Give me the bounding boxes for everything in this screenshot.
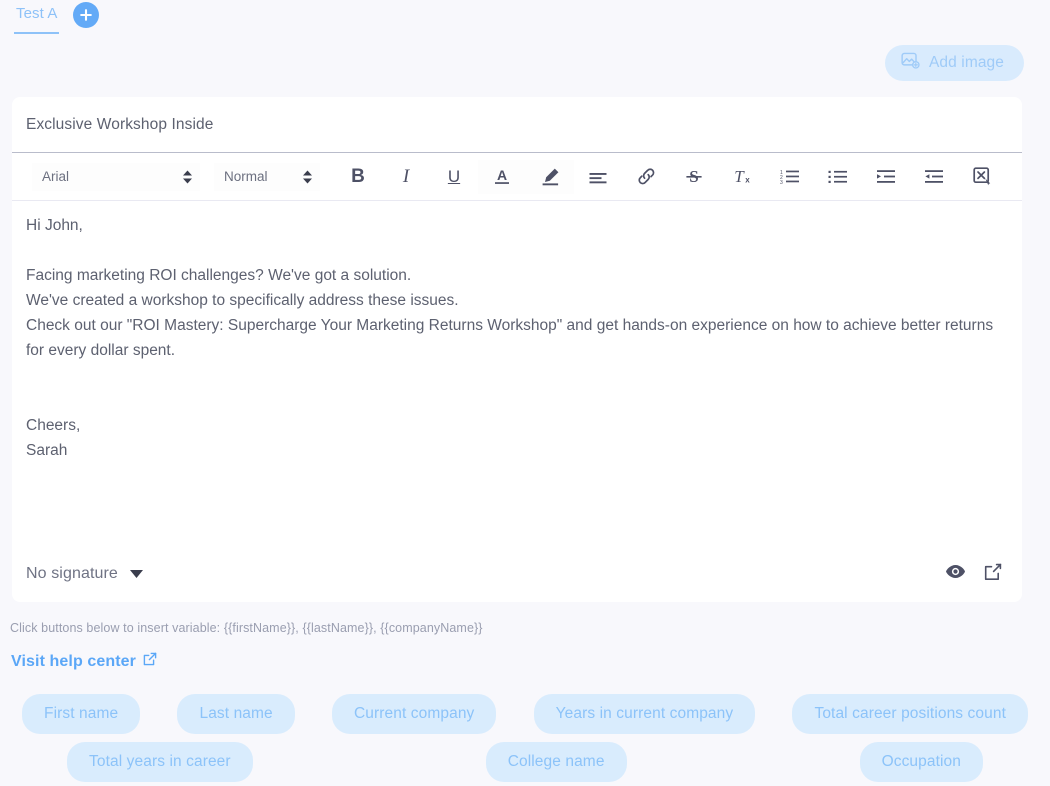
font-family-value: Arial [42, 169, 70, 184]
subject-input[interactable]: Exclusive Workshop Inside [26, 116, 213, 134]
signature-selector[interactable]: No signature [26, 565, 143, 583]
italic-button[interactable]: I [382, 160, 430, 194]
email-editor-card: Exclusive Workshop Inside Arial Normal B [12, 97, 1022, 602]
help-center-link[interactable]: Visit help center [11, 652, 157, 671]
variable-chip-group: First name Last name Current company Yea… [12, 694, 1038, 786]
marker-pen-icon [540, 166, 561, 187]
body-signoff-2: Sarah [26, 442, 68, 459]
indent-button[interactable] [862, 160, 910, 194]
link-icon [636, 166, 657, 187]
remove-styles-button[interactable] [958, 160, 1006, 194]
editor-actions [945, 563, 1002, 586]
help-center-label: Visit help center [11, 652, 137, 670]
bullet-list-button[interactable] [814, 160, 862, 194]
tab-test-a[interactable]: Test A [14, 4, 60, 34]
font-size-value: Normal [224, 169, 268, 184]
subject-row[interactable]: Exclusive Workshop Inside [12, 97, 1022, 153]
font-family-select[interactable]: Arial [32, 162, 200, 191]
external-link-icon [143, 652, 157, 671]
variable-chip-occupation[interactable]: Occupation [859, 742, 983, 782]
strikethrough-icon: S [684, 166, 704, 187]
clear-format-button[interactable]: T x [718, 160, 766, 194]
formatting-toolbar: Arial Normal B I U A S T x 1 2 3 [12, 153, 1022, 201]
email-editor-page: Test A Add image Exclusive Workshop Insi… [0, 0, 1050, 786]
link-button[interactable] [622, 160, 670, 194]
variable-chip-total-career-positions-count[interactable]: Total career positions count [792, 694, 1028, 734]
variable-chip-total-years-in-career[interactable]: Total years in career [67, 742, 253, 782]
email-body-editor[interactable]: Hi John, Facing marketing ROI challenges… [12, 201, 1022, 541]
add-image-button[interactable]: Add image [884, 45, 1024, 81]
strikethrough-button[interactable]: S [670, 160, 718, 194]
body-signoff-1: Cheers, [26, 417, 81, 434]
variable-chip-first-name[interactable]: First name [22, 694, 141, 734]
popout-button[interactable] [984, 563, 1002, 586]
svg-text:3: 3 [780, 180, 783, 185]
numbered-list-icon: 1 2 3 [779, 168, 801, 185]
tab-label: Test A [16, 5, 58, 22]
ordered-list-button[interactable]: 1 2 3 [766, 160, 814, 194]
signature-row: No signature [12, 546, 1022, 602]
text-color-icon: A [492, 166, 512, 187]
preview-button[interactable] [945, 564, 966, 584]
eye-icon [945, 564, 966, 584]
external-link-icon [984, 563, 1002, 586]
underline-icon: U [447, 167, 461, 186]
svg-text:T: T [734, 167, 745, 186]
remove-styles-icon [972, 166, 993, 187]
clear-formatting-icon: T x [731, 166, 753, 187]
align-left-icon [588, 169, 609, 185]
chevron-updown-icon [303, 170, 312, 183]
variant-tab-bar: Test A [0, 0, 1050, 40]
svg-text:x: x [745, 176, 750, 185]
svg-text:A: A [497, 167, 507, 183]
variable-chip-current-company[interactable]: Current company [332, 694, 497, 734]
bold-button[interactable]: B [334, 160, 382, 194]
variable-hint: Click buttons below to insert variable: … [10, 621, 483, 635]
body-line-2: We've created a workshop to specifically… [26, 292, 459, 309]
align-button[interactable] [574, 160, 622, 194]
add-image-row: Add image [884, 45, 1024, 81]
bold-icon: B [351, 166, 365, 187]
signature-label: No signature [26, 565, 118, 582]
body-line-1: Facing marketing ROI challenges? We've g… [26, 267, 412, 284]
italic-icon: I [402, 166, 410, 187]
highlight-button[interactable] [526, 159, 574, 194]
bullet-list-icon [827, 168, 849, 185]
plus-icon [80, 9, 93, 21]
image-plus-icon [901, 51, 920, 75]
variable-chip-row-2: Total years in career College name Occup… [12, 742, 1038, 782]
body-line-3: Check out our "ROI Mastery: Supercharge … [26, 317, 994, 359]
font-size-select[interactable]: Normal [214, 162, 320, 191]
variable-chip-last-name[interactable]: Last name [177, 694, 295, 734]
add-variant-button[interactable] [73, 2, 100, 28]
variable-chip-college-name[interactable]: College name [485, 742, 627, 782]
chevron-updown-icon [183, 170, 192, 183]
add-image-label: Add image [928, 54, 1004, 71]
body-greeting: Hi John, [26, 217, 83, 234]
variable-chip-years-in-current-company[interactable]: Years in current company [533, 694, 756, 734]
indent-increase-icon [875, 168, 897, 185]
underline-button[interactable]: U [430, 160, 478, 194]
variable-chip-row-1: First name Last name Current company Yea… [12, 694, 1038, 734]
chevron-down-icon [129, 565, 143, 583]
outdent-button[interactable] [910, 160, 958, 194]
text-color-button[interactable]: A [478, 159, 526, 194]
indent-decrease-icon [923, 168, 945, 185]
